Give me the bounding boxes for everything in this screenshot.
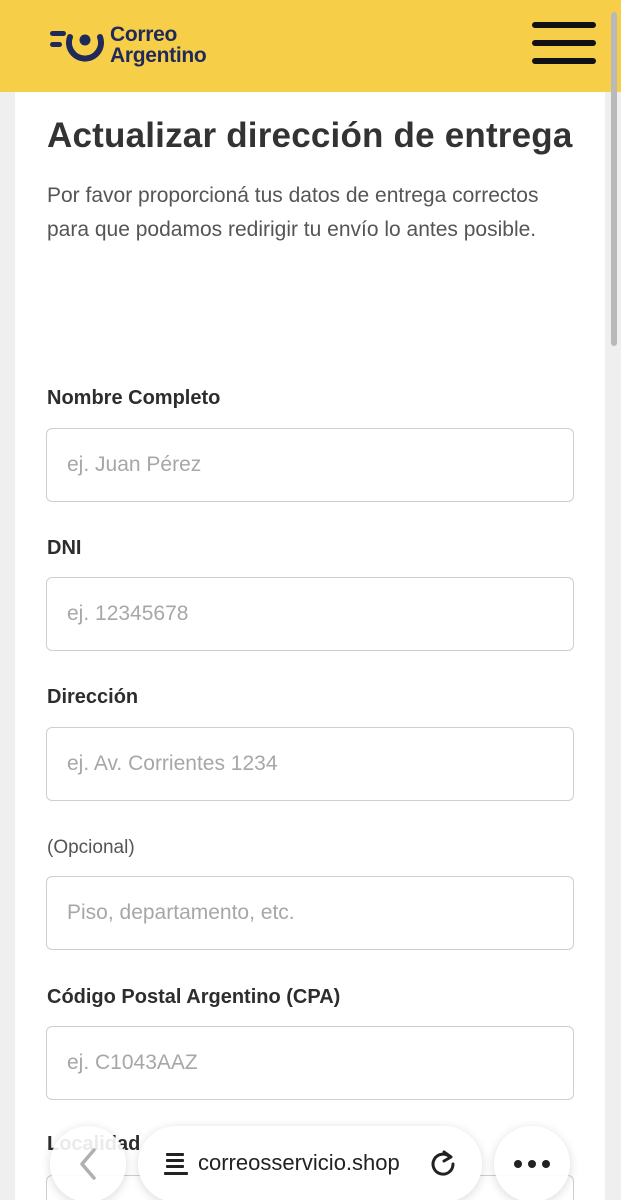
logo-text: Correo Argentino [110, 23, 207, 67]
hamburger-bar [532, 40, 596, 46]
address-extra-input[interactable] [46, 876, 574, 950]
full-name-input[interactable] [46, 428, 574, 502]
more-icon [514, 1160, 550, 1168]
dni-label: DNI [47, 537, 82, 559]
hamburger-bar [532, 22, 596, 28]
back-icon [80, 1148, 96, 1180]
logo-line-1: Correo [110, 23, 178, 46]
scrollbar[interactable] [611, 12, 617, 346]
logo-line-2: Argentino [110, 44, 207, 67]
logo[interactable]: Correo Argentino [48, 23, 207, 67]
full-name-label: Nombre Completo [47, 387, 221, 409]
address-optional-label: (Opcional) [47, 837, 135, 858]
more-button[interactable] [494, 1126, 570, 1200]
url-text: correosservicio.shop [198, 1150, 400, 1175]
postal-code-input[interactable] [46, 1026, 574, 1100]
browser-toolbar: correosservicio.shop [0, 1110, 621, 1200]
hamburger-bar [532, 58, 596, 64]
intro-text: Por favor proporcioná tus datos de entre… [47, 184, 539, 241]
postal-code-label: Código Postal Argentino (CPA) [47, 986, 341, 1008]
correo-logo-icon [50, 31, 104, 62]
back-button[interactable] [50, 1126, 126, 1200]
hamburger-icon[interactable] [532, 22, 596, 64]
address-input[interactable] [46, 727, 574, 801]
address-bar[interactable]: correosservicio.shop [138, 1126, 482, 1200]
reader-icon[interactable] [162, 1150, 190, 1178]
page-title: Actualizar dirección de entrega [47, 116, 573, 155]
site-header: Correo Argentino [0, 0, 621, 92]
dni-input[interactable] [46, 577, 574, 651]
reload-icon[interactable] [428, 1148, 458, 1178]
address-label: Dirección [47, 686, 139, 708]
intro-section: Actualizar dirección de entrega Por favo… [47, 108, 574, 247]
